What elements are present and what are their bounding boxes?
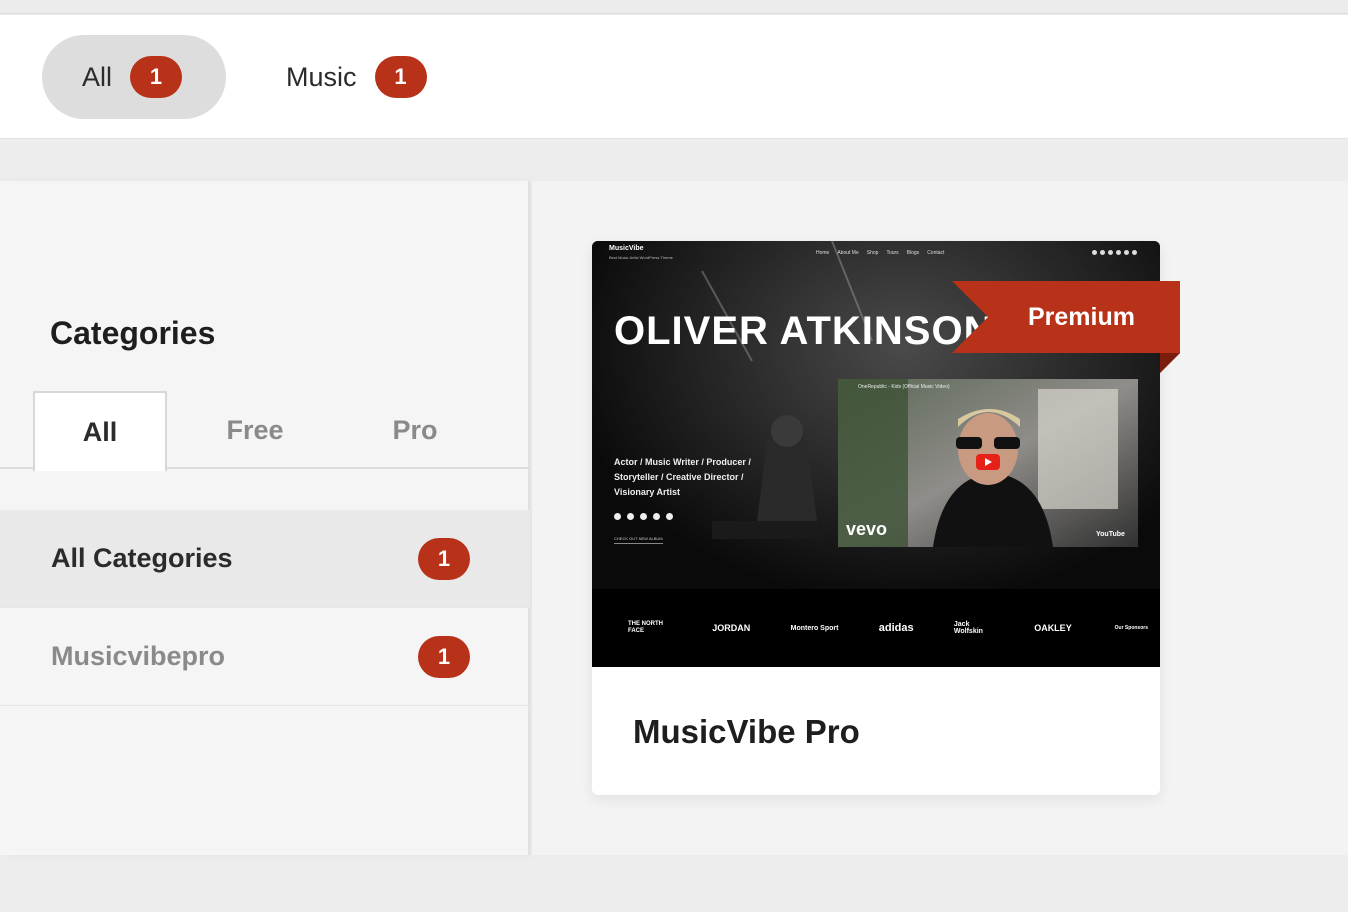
filter-bar: All 1 Music 1 <box>0 15 1348 139</box>
count-badge: 1 <box>418 537 470 580</box>
sponsor-logo: OAKLEY <box>1034 623 1072 633</box>
category-tabs: All Free Pro <box>0 391 530 471</box>
sponsor-logo: adidas <box>878 622 914 634</box>
category-label: Musicvibepro <box>51 641 226 671</box>
preview-nav-item: Home <box>816 250 830 256</box>
template-title: MusicVibe Pro <box>633 713 860 750</box>
filter-pill-label: All <box>82 61 113 92</box>
tab-pro[interactable]: Pro <box>348 391 482 469</box>
category-label: All Categories <box>51 543 233 573</box>
preview-sponsors: THE NORTH FACE JORDAN Montero Sport adid… <box>628 621 1148 635</box>
tab-all[interactable]: All <box>33 391 167 471</box>
preview-hero-roles: Actor / Music Writer / Producer / Storyt… <box>614 455 751 500</box>
category-item-musicvibepro[interactable]: Musicvibepro 1 <box>0 608 530 706</box>
preview-nav: Home About Me Shop Tours Blogs Contact <box>816 250 944 256</box>
preview-social-icons <box>1092 250 1137 255</box>
top-strip <box>0 0 1348 14</box>
tab-free[interactable]: Free <box>188 391 322 469</box>
preview-video-platform: YouTube <box>1096 531 1125 538</box>
sponsor-label: Our Sponsors <box>1114 625 1148 631</box>
preview-video-watermark: vevo <box>846 519 888 539</box>
count-badge: 1 <box>418 635 470 678</box>
count-badge: 1 <box>130 56 183 98</box>
preview-role-line: Actor / Music Writer / Producer / <box>614 457 751 467</box>
preview-hero-title: OLIVER ATKINSON <box>614 309 994 353</box>
preview-nav-item: Contact <box>927 250 945 256</box>
filter-pill-all[interactable]: All 1 <box>42 35 226 119</box>
category-item-all[interactable]: All Categories 1 <box>0 510 530 608</box>
count-badge: 1 <box>374 56 427 98</box>
sponsor-logo: JORDAN <box>712 623 751 633</box>
preview-cta: CHECK OUT NEW ALBUM <box>614 536 663 544</box>
preview-nav-item: Blogs <box>906 250 920 256</box>
categories-sidebar: Categories All Free Pro All Categories 1… <box>0 181 530 855</box>
preview-nav-item: About Me <box>837 250 859 256</box>
premium-badge-label: Premium <box>1028 303 1135 331</box>
filter-pill-label: Music <box>286 61 357 92</box>
sponsor-logo: THE NORTH FACE <box>628 621 663 634</box>
sponsor-logo: Montero Sport <box>790 624 839 632</box>
template-grid: MusicVibe Best Music Artist WordPress Th… <box>532 181 1348 855</box>
preview-tagline: Best Music Artist WordPress Theme <box>609 255 673 260</box>
preview-role-line: Visionary Artist <box>614 487 681 497</box>
preview-site-name: MusicVibe <box>609 245 644 252</box>
sidebar-title: Categories <box>50 315 216 351</box>
filter-pill-music[interactable]: Music 1 <box>286 35 446 119</box>
preview-video-title: OneRepublic - Kids (Official Music Video… <box>858 384 950 390</box>
premium-ribbon: Premium <box>952 281 1180 373</box>
preview-role-line: Storyteller / Creative Director / <box>614 472 744 482</box>
preview-platform-icons <box>614 513 673 520</box>
preview-video-player: OneRepublic - Kids (Official Music Video… <box>838 379 1138 547</box>
template-card[interactable]: MusicVibe Best Music Artist WordPress Th… <box>592 241 1180 795</box>
preview-nav-item: Shop <box>866 250 879 256</box>
preview-nav-item: Tours <box>886 250 899 256</box>
sponsor-logo: Jack Wolfskin <box>953 621 983 635</box>
